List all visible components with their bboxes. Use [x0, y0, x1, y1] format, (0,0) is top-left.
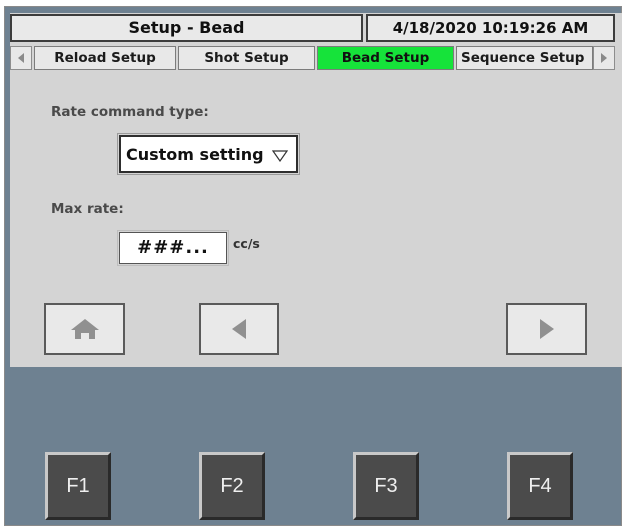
rate-command-dropdown[interactable]: Custom setting — [117, 133, 300, 175]
f3-key[interactable]: F3 — [353, 452, 419, 520]
tab-bead-setup[interactable]: Bead Setup — [317, 46, 454, 70]
rate-command-label: Rate command type: — [51, 104, 209, 120]
tab-strip: Reload Setup Shot Setup Bead Setup Seque… — [10, 46, 615, 72]
tab-sequence-setup[interactable]: Sequence Setup — [456, 46, 593, 70]
tab-scroll-left-button[interactable] — [10, 46, 32, 70]
next-button[interactable] — [506, 303, 587, 355]
datetime-display: 4/18/2020 10:19:26 AM — [366, 14, 615, 42]
tab-reload-setup[interactable]: Reload Setup — [34, 46, 176, 70]
max-rate-unit: cc/s — [233, 236, 260, 251]
f1-key[interactable]: F1 — [45, 452, 111, 520]
max-rate-input[interactable]: ###... — [117, 230, 229, 266]
previous-button[interactable] — [199, 303, 279, 355]
tab-right-arrow-icon — [601, 53, 607, 63]
max-rate-label: Max rate: — [51, 201, 124, 217]
tab-shot-setup[interactable]: Shot Setup — [178, 46, 315, 70]
title-bar: Setup - Bead 4/18/2020 10:19:26 AM — [10, 14, 615, 44]
chevron-down-icon — [272, 150, 288, 162]
tab-left-arrow-icon — [18, 53, 24, 63]
triangle-right-icon — [539, 319, 554, 339]
rate-command-value: Custom setting — [126, 145, 264, 164]
f2-key[interactable]: F2 — [199, 452, 265, 520]
triangle-left-icon — [232, 319, 246, 339]
tab-scroll-right-button[interactable] — [593, 46, 615, 70]
screen-title: Setup - Bead — [10, 14, 363, 42]
home-button[interactable] — [44, 303, 125, 355]
hmi-panel — [4, 6, 622, 526]
f4-key[interactable]: F4 — [507, 452, 573, 520]
home-icon — [70, 319, 99, 339]
